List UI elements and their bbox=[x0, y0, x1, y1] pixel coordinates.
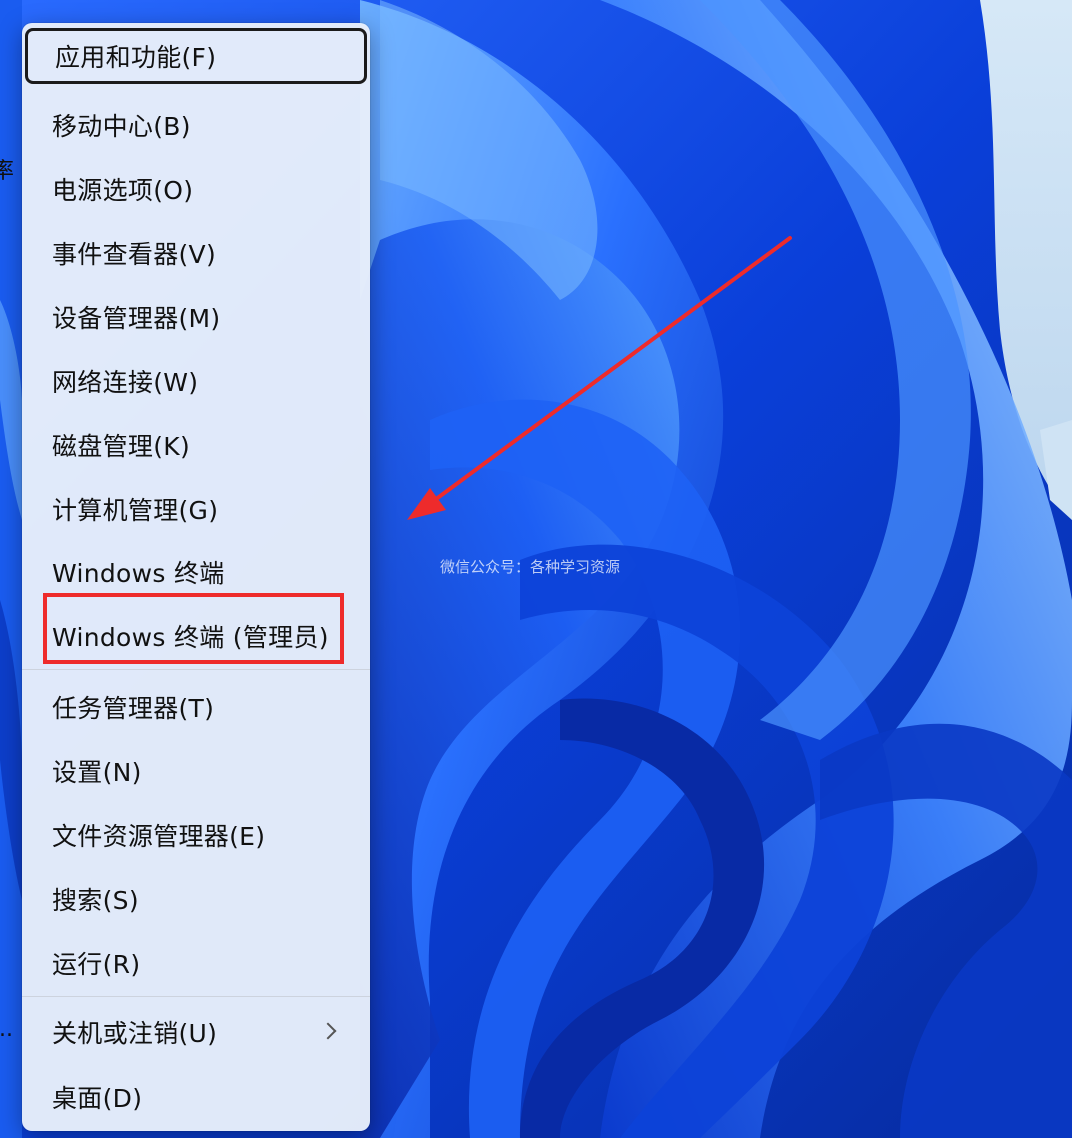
menu-item-label: 电源选项(O) bbox=[52, 176, 194, 205]
menu-item-label: 磁盘管理(K) bbox=[52, 432, 191, 461]
menu-item-label: 设备管理器(M) bbox=[52, 304, 221, 333]
menu-item-mobility-center[interactable]: 移动中心(B) bbox=[22, 97, 370, 153]
menu-item-label: 移动中心(B) bbox=[52, 112, 191, 141]
menu-item-device-manager[interactable]: 设备管理器(M) bbox=[22, 289, 370, 345]
menu-item-label: 关机或注销(U) bbox=[52, 1019, 218, 1048]
menu-item-event-viewer[interactable]: 事件查看器(V) bbox=[22, 225, 370, 281]
menu-item-power-options[interactable]: 电源选项(O) bbox=[22, 161, 370, 217]
menu-separator bbox=[22, 996, 370, 997]
menu-item-search[interactable]: 搜索(S) bbox=[22, 871, 370, 927]
menu-item-label: 搜索(S) bbox=[52, 886, 139, 915]
watermark-text: 微信公众号：各种学习资源 bbox=[440, 558, 621, 576]
menu-item-label: 网络连接(W) bbox=[52, 368, 199, 397]
menu-item-computer-management[interactable]: 计算机管理(G) bbox=[22, 481, 370, 537]
menu-item-disk-management[interactable]: 磁盘管理(K) bbox=[22, 417, 370, 473]
left-edge-text: ... bbox=[0, 1017, 13, 1042]
menu-item-task-manager[interactable]: 任务管理器(T) bbox=[22, 679, 370, 735]
winx-context-menu: 应用和功能(F) 移动中心(B) 电源选项(O) 事件查看器(V) 设备管理器(… bbox=[22, 23, 370, 1131]
highlight-box bbox=[43, 593, 344, 664]
menu-item-label: 计算机管理(G) bbox=[52, 496, 219, 525]
menu-item-apps-features[interactable]: 应用和功能(F) bbox=[25, 28, 367, 84]
menu-item-file-explorer[interactable]: 文件资源管理器(E) bbox=[22, 807, 370, 863]
menu-item-shutdown-signout[interactable]: 关机或注销(U) bbox=[22, 1004, 370, 1060]
menu-item-run[interactable]: 运行(R) bbox=[22, 935, 370, 991]
menu-item-label: 运行(R) bbox=[52, 950, 141, 979]
menu-item-label: 桌面(D) bbox=[52, 1084, 143, 1113]
menu-item-label: 文件资源管理器(E) bbox=[52, 822, 266, 851]
chevron-right-icon bbox=[319, 1022, 337, 1040]
menu-item-label: 设置(N) bbox=[52, 758, 142, 787]
menu-item-desktop[interactable]: 桌面(D) bbox=[22, 1069, 370, 1125]
menu-item-label: 任务管理器(T) bbox=[52, 694, 215, 723]
menu-item-settings[interactable]: 设置(N) bbox=[22, 743, 370, 799]
menu-item-label: 事件查看器(V) bbox=[52, 240, 217, 269]
menu-item-label: Windows 终端 bbox=[52, 559, 225, 588]
menu-item-label: 应用和功能(F) bbox=[55, 43, 217, 72]
menu-separator bbox=[22, 669, 370, 670]
menu-item-windows-terminal[interactable]: Windows 终端 bbox=[22, 544, 370, 600]
left-edge-text: 率 bbox=[0, 159, 15, 184]
menu-item-network-connections[interactable]: 网络连接(W) bbox=[22, 353, 370, 409]
